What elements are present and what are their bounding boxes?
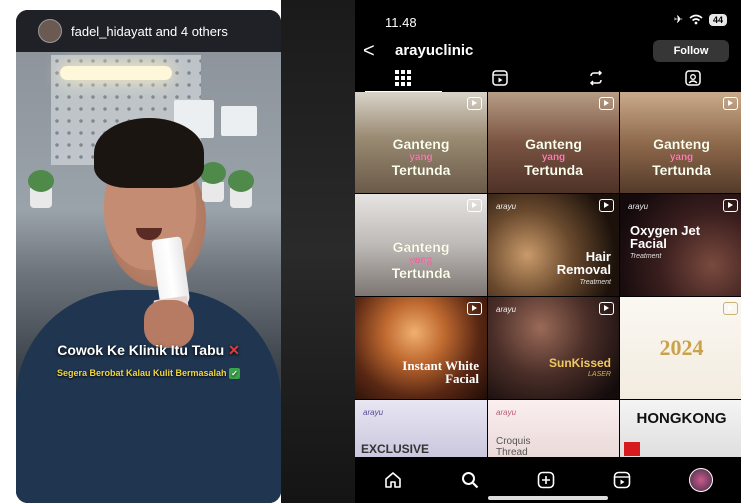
post-title: Croquis Thread — [496, 436, 531, 457]
post-tile[interactable]: arayu Oxygen Jet Facial Treatment — [620, 194, 741, 296]
tagged-icon — [685, 70, 701, 86]
search-icon[interactable] — [460, 470, 480, 490]
post-subtitle: LASER — [588, 371, 611, 378]
caption-subline: Segera Berobat Kalau Kulit Bermasalah ✓ — [16, 368, 281, 380]
post-title: Ganteng yang Tertunda — [620, 136, 741, 178]
post-title-line: Hair Removal — [556, 249, 611, 277]
check-mark-icon: ✓ — [229, 368, 241, 380]
reel-badge-icon — [723, 97, 738, 110]
reels-icon[interactable] — [612, 470, 632, 490]
create-icon[interactable] — [536, 470, 556, 490]
post-tile[interactable]: Ganteng yang Tertunda — [355, 92, 487, 193]
post-tile[interactable]: Ganteng yang Tertunda — [488, 92, 619, 193]
brand-label: arayu — [496, 408, 517, 417]
profile-tabs — [355, 66, 741, 92]
plant — [228, 170, 254, 192]
tab-tagged[interactable] — [645, 66, 741, 90]
post-tile[interactable]: arayu SunKissed LASER — [488, 297, 619, 399]
post-subtitle: Treatment — [630, 253, 662, 260]
brand-label: arayu — [496, 305, 517, 314]
post-title: Hair Removal Treatment — [541, 250, 611, 289]
post-tile[interactable]: Ganteng yang Tertunda — [620, 92, 741, 193]
collab-users-label[interactable]: fadel_hidayatt and 4 others — [71, 24, 228, 39]
post-title: Instant White Facial — [402, 358, 479, 386]
post-title: Ganteng yang Tertunda — [355, 239, 487, 281]
post-title: SunKissed LASER — [549, 357, 611, 381]
home-icon[interactable] — [383, 470, 403, 490]
tab-reels[interactable] — [452, 66, 549, 90]
reel-header: fadel_hidayatt and 4 others — [16, 10, 281, 52]
home-indicator — [488, 496, 608, 500]
wifi-icon — [689, 14, 703, 25]
profile-avatar[interactable] — [688, 468, 713, 492]
post-title-line: Ganteng — [525, 136, 582, 152]
reel-badge-icon — [723, 302, 738, 315]
status-bar: 11.48 ✈ 44 — [355, 0, 741, 42]
ring-lamp — [60, 66, 172, 80]
post-subtitle: Treatment — [579, 279, 611, 286]
post-title: 2024 — [659, 335, 704, 360]
post-title-line: Tertunda — [391, 162, 451, 178]
post-tile[interactable]: Instant White Facial — [355, 297, 487, 399]
post-title: Ganteng yang Tertunda — [488, 136, 619, 178]
post-title: HONGKONG — [636, 410, 727, 427]
post-title-line: Tertunda — [524, 162, 583, 178]
post-title: EXCLUSIVE — [361, 442, 430, 456]
profile-header: < arayuclinic Follow — [355, 38, 741, 64]
avatar[interactable] — [38, 19, 62, 43]
post-title-line: Ganteng — [392, 239, 450, 255]
post-title-line: SunKissed — [548, 356, 611, 370]
shelf-box — [221, 106, 257, 136]
caption-headline: Cowok Ke Klinik Itu Tabu ✕ — [16, 342, 281, 359]
reel-card[interactable]: fadel_hidayatt and 4 others Cowok Ke Kli… — [16, 10, 281, 503]
post-title: Ganteng yang Tertunda — [355, 136, 487, 178]
plant-pot — [202, 182, 224, 202]
plant — [28, 170, 54, 192]
post-title-line: Tertunda — [391, 265, 451, 281]
post-tile[interactable]: 2024 — [620, 297, 741, 399]
reel-badge-icon — [467, 97, 482, 110]
cross-mark-icon: ✕ — [228, 342, 240, 358]
status-icons: ✈ 44 — [674, 13, 727, 26]
grid-icon — [395, 70, 412, 86]
background-strip — [281, 0, 355, 503]
back-icon[interactable]: < — [363, 38, 375, 64]
person-hand — [144, 300, 194, 348]
airplane-icon: ✈ — [673, 14, 683, 26]
posts-grid: Ganteng yang Tertunda Ganteng yang Tertunda … — [355, 92, 741, 457]
battery-icon: 44 — [708, 13, 727, 26]
post-tile[interactable]: arayu EXCLUSIVE — [355, 400, 487, 457]
reel-badge-icon — [599, 97, 614, 110]
caption-subline-text: Segera Berobat Kalau Kulit Bermasalah — [56, 368, 227, 378]
brand-label: arayu — [363, 408, 384, 417]
reels-icon — [492, 70, 508, 86]
caption-headline-text: Cowok Ke Klinik Itu Tabu — [57, 342, 225, 358]
post-tile[interactable]: Ganteng yang Tertunda — [355, 194, 487, 296]
post-title-line: Ganteng — [392, 136, 450, 152]
post-title-line: Ganteng — [653, 136, 710, 152]
instagram-profile-screen: 11.48 ✈ 44 < arayuclinic Follow Ganteng y… — [355, 0, 741, 503]
tab-reposts[interactable] — [548, 66, 645, 90]
reel-badge-icon — [599, 199, 614, 212]
brand-label: arayu — [628, 202, 649, 211]
profile-handle: arayuclinic — [395, 42, 474, 59]
person-hair — [94, 118, 204, 188]
post-tile[interactable]: arayu Croquis Thread — [488, 400, 619, 457]
reel-badge-icon — [467, 199, 482, 212]
tab-posts-grid[interactable] — [355, 66, 452, 92]
post-title: Oxygen Jet Facial Treatment — [630, 224, 710, 263]
post-tile[interactable]: arayu Hair Removal Treatment — [488, 194, 619, 296]
reel-badge-icon — [723, 199, 738, 212]
repost-icon — [590, 70, 603, 86]
post-tile[interactable]: HONGKONG — [620, 400, 741, 457]
reel-badge-icon — [599, 302, 614, 315]
follow-button[interactable]: Follow — [653, 40, 729, 62]
post-title-line: Oxygen Jet Facial — [630, 223, 701, 251]
flag-icon — [624, 442, 640, 456]
reel-badge-icon — [467, 302, 482, 315]
status-time: 11.48 — [385, 15, 417, 30]
brand-label: arayu — [496, 202, 517, 211]
post-title-line: Tertunda — [652, 162, 711, 178]
